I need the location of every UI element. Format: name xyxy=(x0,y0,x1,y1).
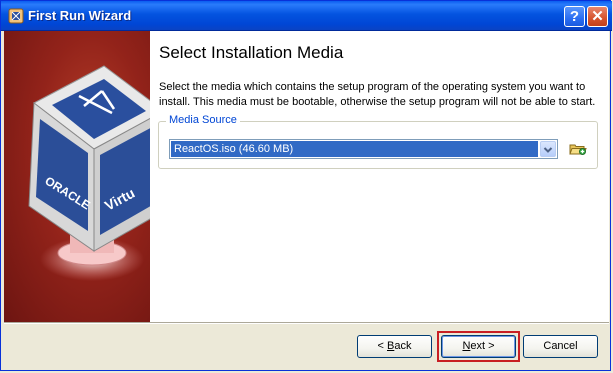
wizard-page: ORACLE Virtu Select Installation Media S… xyxy=(4,31,609,322)
window-title: First Run Wizard xyxy=(28,8,132,23)
help-button[interactable]: ? xyxy=(564,6,585,27)
media-source-select[interactable]: ReactOS.iso (46.60 MB) xyxy=(169,139,558,159)
open-media-button[interactable] xyxy=(568,139,588,159)
back-button[interactable]: < Back xyxy=(357,335,432,358)
virtualbox-cube-logo: ORACLE Virtu xyxy=(28,65,150,281)
next-button-highlight xyxy=(437,331,520,362)
close-icon: ✕ xyxy=(591,8,604,25)
page-title: Select Installation Media xyxy=(159,43,344,62)
virtualbox-app-icon xyxy=(8,8,24,24)
media-source-value: ReactOS.iso (46.60 MB) xyxy=(171,141,538,157)
wizard-window: First Run Wizard ? ✕ ORACLE Virtu Select… xyxy=(0,0,612,371)
media-source-label: Media Source xyxy=(166,114,240,126)
page-description: Select the media which contains the setu… xyxy=(159,81,596,108)
back-prefix: < xyxy=(377,340,387,352)
button-separator xyxy=(4,322,609,324)
help-icon: ? xyxy=(569,8,580,25)
chevron-down-icon xyxy=(543,147,553,153)
close-button[interactable]: ✕ xyxy=(587,6,608,27)
back-label: ack xyxy=(394,340,412,352)
side-banner: ORACLE Virtu xyxy=(4,31,150,322)
cancel-button[interactable]: Cancel xyxy=(523,335,598,358)
folder-open-icon xyxy=(569,144,587,155)
title-bar[interactable]: First Run Wizard ? ✕ xyxy=(1,1,612,31)
dropdown-button[interactable] xyxy=(540,141,556,157)
